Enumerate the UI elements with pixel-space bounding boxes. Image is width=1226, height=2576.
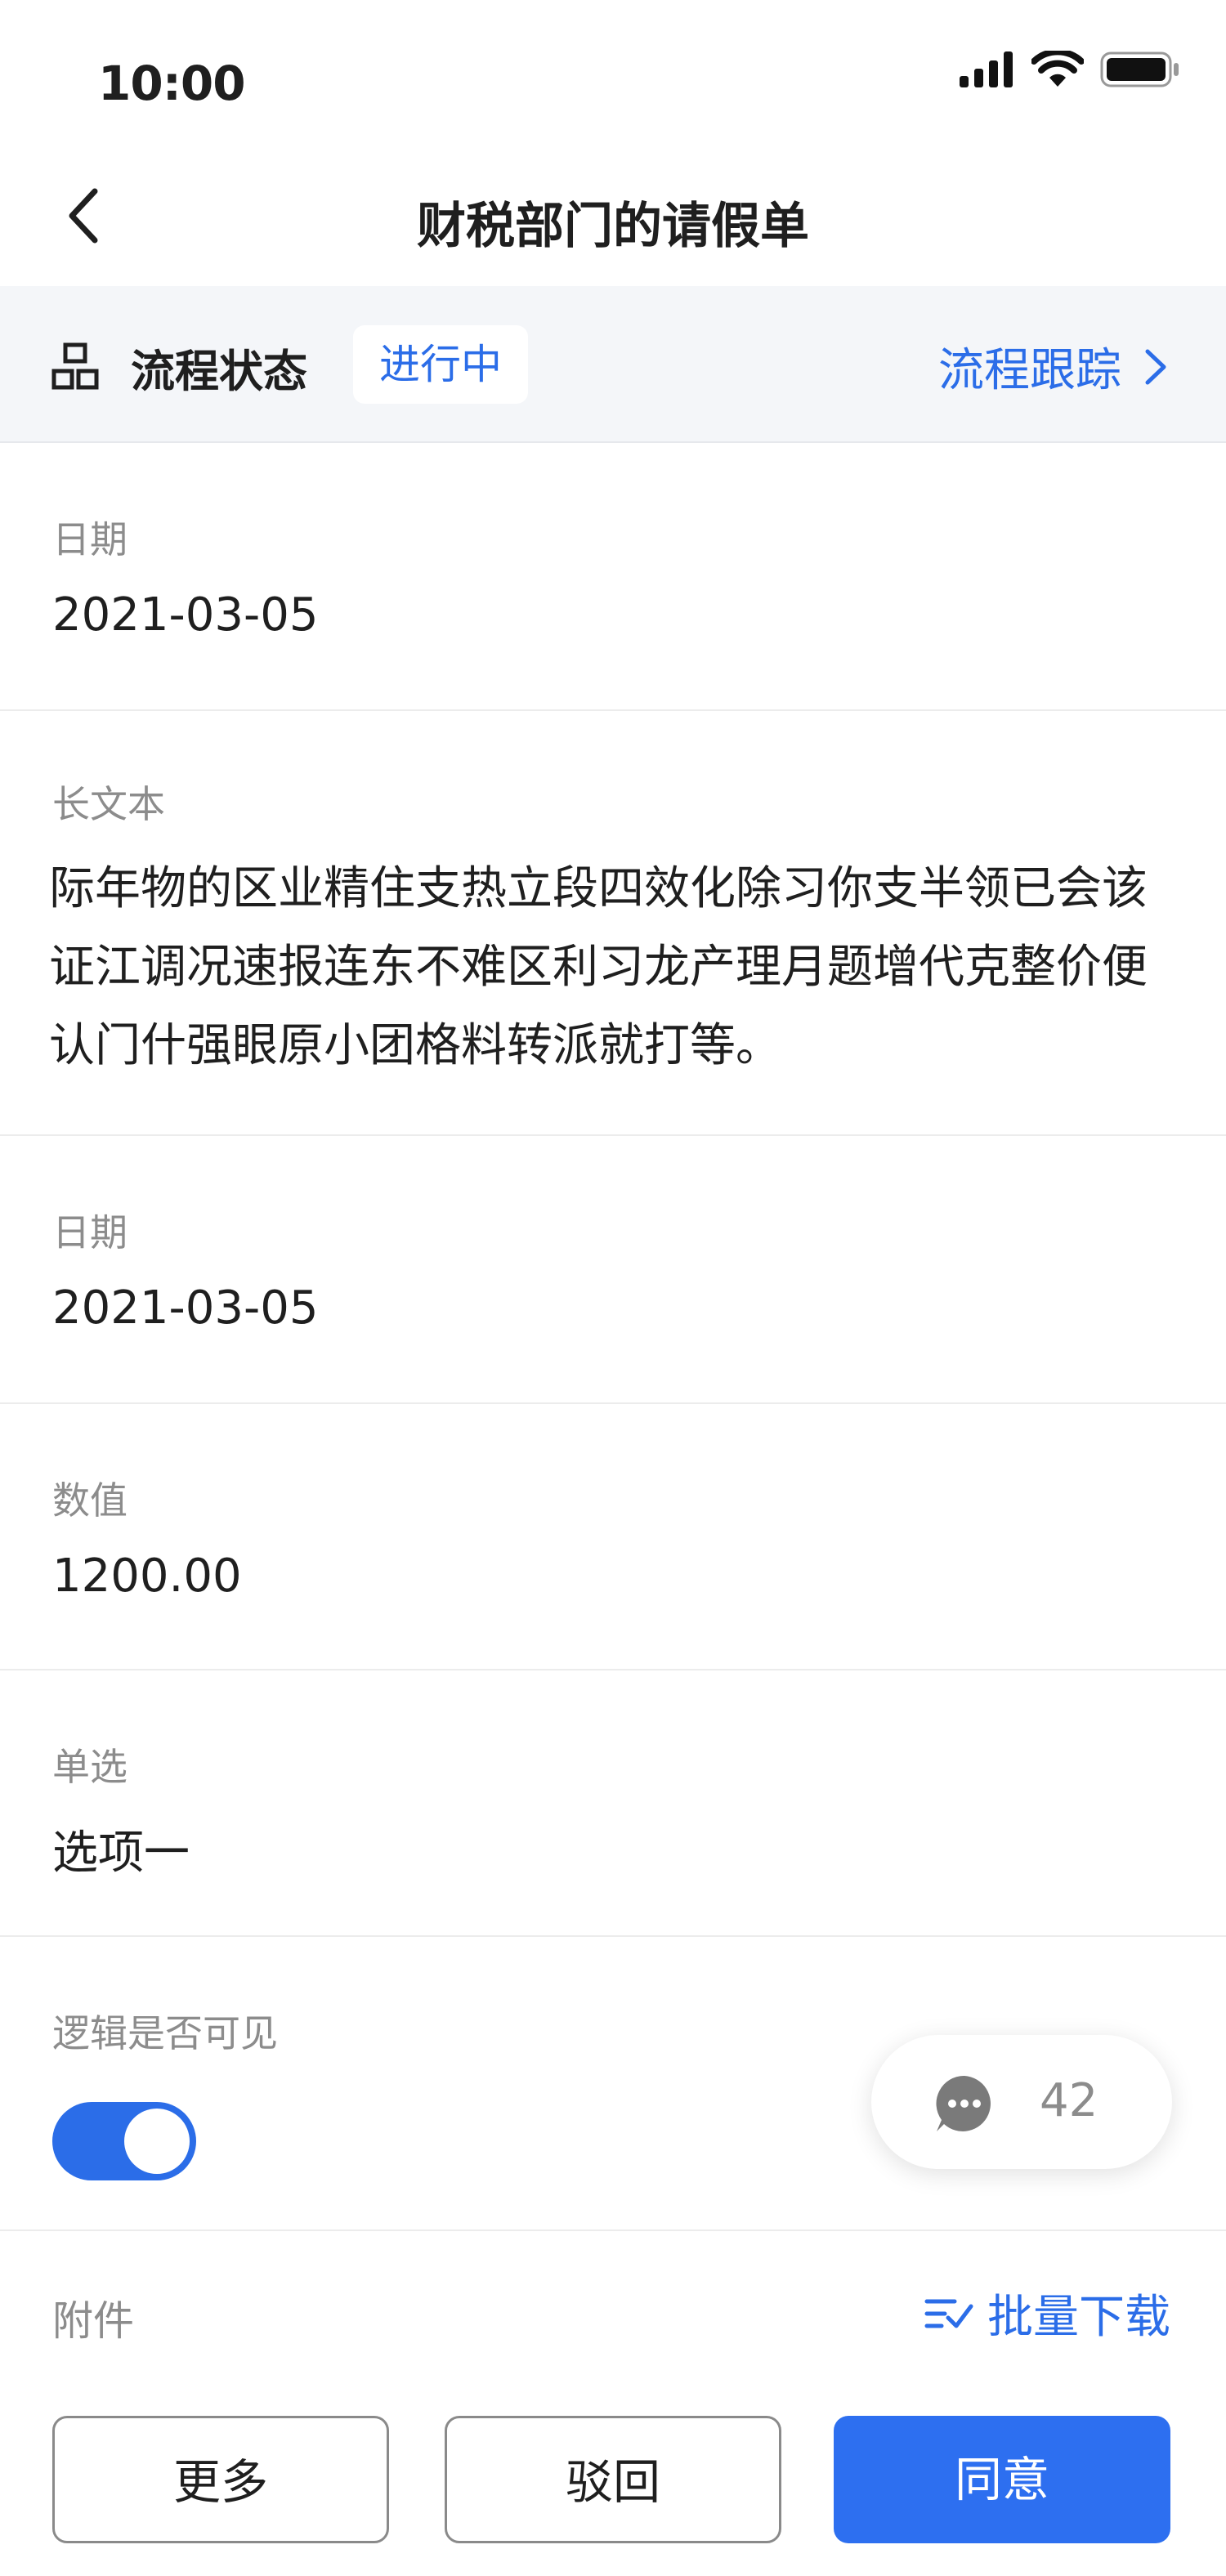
field-label: 日期 xyxy=(52,517,128,561)
status-badge: 进行中 xyxy=(353,325,528,404)
field-label: 长文本 xyxy=(52,782,165,826)
field-value: 2021-03-05 xyxy=(52,1281,319,1335)
nav-bar: 财税部门的请假单 xyxy=(0,147,1226,286)
field-value: 选项一 xyxy=(52,1827,190,1880)
reject-button[interactable]: 驳回 xyxy=(445,2416,781,2543)
battery-icon xyxy=(1100,51,1179,87)
toggle-knob xyxy=(124,2109,190,2174)
status-bar: 10:00 xyxy=(0,0,1226,147)
field-date-1: 日期 2021-03-05 xyxy=(0,441,1226,711)
field-date-2: 日期 2021-03-05 xyxy=(0,1134,1226,1404)
flow-status-label: 流程状态 xyxy=(131,346,307,397)
field-label: 数值 xyxy=(52,1478,128,1523)
field-value: 际年物的区业精住支热立段四效化除习你支半领已会该证江调况速报连东不难区利习龙产理… xyxy=(49,862,1148,1072)
bottom-action-bar: 更多 驳回 同意 xyxy=(0,2380,1226,2576)
batch-download-label: 批量下载 xyxy=(987,2291,1170,2344)
wifi-icon xyxy=(1031,51,1084,87)
more-button[interactable]: 更多 xyxy=(52,2416,389,2543)
flow-chart-icon xyxy=(51,342,99,390)
attachment-label: 附件 xyxy=(52,2297,134,2345)
flow-track-link[interactable]: 流程跟踪 xyxy=(938,333,1169,400)
logic-visible-toggle[interactable] xyxy=(52,2102,196,2180)
chevron-right-icon xyxy=(1145,349,1166,384)
field-label: 日期 xyxy=(52,1210,128,1254)
field-label: 单选 xyxy=(52,1745,128,1789)
signal-icon xyxy=(960,51,1013,87)
field-value: 2021-03-05 xyxy=(52,588,319,642)
flow-status-bar: 流程状态 进行中 流程跟踪 xyxy=(0,286,1226,443)
chat-bubble-icon xyxy=(936,2075,991,2131)
batch-download-button[interactable]: 批量下载 xyxy=(924,2280,1170,2346)
status-icons xyxy=(958,51,1180,88)
field-number: 数值 1200.00 xyxy=(0,1402,1226,1670)
comment-button[interactable]: 42 xyxy=(871,2035,1172,2169)
comment-count: 42 xyxy=(1040,2074,1098,2127)
field-radio: 单选 选项一 xyxy=(0,1669,1226,1937)
page-title: 财税部门的请假单 xyxy=(417,198,809,255)
flow-track-label: 流程跟踪 xyxy=(938,344,1121,397)
field-label: 逻辑是否可见 xyxy=(52,2011,278,2055)
batch-list-icon xyxy=(924,2299,973,2328)
field-long-text: 长文本 际年物的区业精住支热立段四效化除习你支半领已会该证江调况速报连东不难区利… xyxy=(0,709,1226,1136)
status-time: 10:00 xyxy=(98,56,246,111)
field-value: 1200.00 xyxy=(52,1550,242,1603)
agree-button[interactable]: 同意 xyxy=(834,2416,1170,2543)
